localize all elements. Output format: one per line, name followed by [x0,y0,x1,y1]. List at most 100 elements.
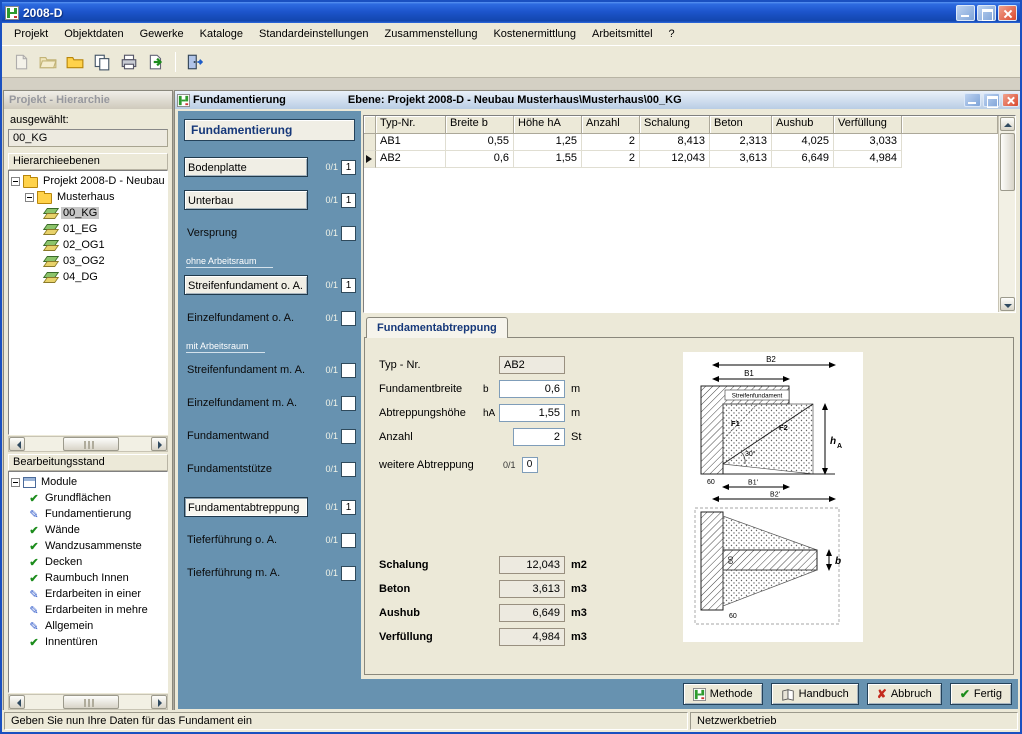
tree-item-project[interactable]: Projekt 2008-D - Neubau [11,173,167,189]
column-header[interactable]: Breite b [446,116,514,134]
breite-input[interactable]: 0,6 [499,380,565,398]
fertig-button[interactable]: ✔ Fertig [950,683,1012,705]
count-field[interactable]: 1 [341,160,356,175]
table-row[interactable]: AB1 0,55 1,25 2 8,413 2,313 4,025 3,033 [364,134,998,151]
column-header[interactable]: Beton [710,116,772,134]
cell-anzahl[interactable]: 2 [582,134,640,151]
folder-button[interactable] [62,49,87,74]
tree-item-label[interactable]: Decken [43,556,84,568]
print-button[interactable] [116,49,141,74]
menu-kostenermittlung[interactable]: Kostenermittlung [485,25,584,43]
minimize-button[interactable] [964,93,981,107]
nav-streifenfundament-oa[interactable]: Streifenfundament o. A. 0/1 1 [184,275,356,295]
count-field[interactable] [341,429,356,444]
app-titlebar[interactable]: 2008-D [2,2,1020,23]
tree-item-label[interactable]: Wände [43,524,82,536]
count-field[interactable] [341,226,356,241]
nav-label[interactable]: Fundamentstütze [184,459,308,479]
table-row-selected[interactable]: AB2 0,6 1,55 2 12,043 3,613 6,649 4,984 [364,151,998,168]
tree-item-label[interactable]: Wandzusammenste [43,540,144,552]
nav-label[interactable]: Tieferführung o. A. [184,530,308,550]
count-field[interactable] [341,462,356,477]
nav-button[interactable]: Unterbau [184,190,308,210]
copy-button[interactable] [89,49,114,74]
cell-schalung[interactable]: 12,043 [640,151,710,168]
export-button[interactable] [143,49,168,74]
scrollbar-thumb[interactable] [63,695,119,709]
scrollbar-track[interactable] [1000,131,1015,297]
tree-item-module[interactable]: ✔Innentüren [11,634,167,650]
close-button[interactable] [998,5,1017,21]
nav-tieferfuehrung-oa[interactable]: Tieferführung o. A. 0/1 [184,530,356,550]
tree-item-label[interactable]: 02_OG1 [61,239,107,251]
tree-item-label[interactable]: Erdarbeiten in einer [43,588,143,600]
column-header[interactable]: Schalung [640,116,710,134]
nav-streifenfundament-ma[interactable]: Streifenfundament m. A. 0/1 [184,360,356,380]
restore-button[interactable] [983,93,1000,107]
scroll-down-button[interactable] [1000,297,1015,311]
tree-item-label-selected[interactable]: 00_KG [61,207,99,219]
handbuch-button[interactable]: Handbuch [771,683,859,705]
tree-item-label[interactable]: Allgemein [43,620,95,632]
menu-projekt[interactable]: Projekt [6,25,56,43]
module-titlebar[interactable]: Fundamentierung Ebene: Projekt 2008-D - … [175,91,1021,109]
menu-standardeinstellungen[interactable]: Standardeinstellungen [251,25,376,43]
hierarchy-titlebar[interactable]: Projekt - Hierarchie [4,91,172,109]
tree-item-module[interactable]: ✎Erdarbeiten in einer [11,586,167,602]
maximize-button[interactable] [977,5,996,21]
tree-item-module[interactable]: ✔Grundflächen [11,490,167,506]
tree-item-label[interactable]: 03_OG2 [61,255,107,267]
cell-beton[interactable]: 2,313 [710,134,772,151]
scroll-right-button[interactable] [151,695,167,709]
nav-label[interactable]: Streifenfundament m. A. [184,360,308,380]
cell-verfuellung[interactable]: 4,984 [834,151,902,168]
tree-item-floor[interactable]: 01_EG [11,221,167,237]
cell-aushub[interactable]: 6,649 [772,151,834,168]
tree-item-label[interactable]: Raumbuch Innen [43,572,131,584]
column-header[interactable]: Höhe hA [514,116,582,134]
menu-objektdaten[interactable]: Objektdaten [56,25,131,43]
tree-item-label[interactable]: 01_EG [61,223,99,235]
vertical-scrollbar[interactable] [998,116,1015,312]
hoehe-input[interactable]: 1,55 [499,404,565,422]
open-button[interactable] [35,49,60,74]
cell-schalung[interactable]: 8,413 [640,134,710,151]
tree-item-module[interactable]: ✔Wandzusammenste [11,538,167,554]
nav-label[interactable]: Tieferführung m. A. [184,563,308,583]
tree-item-module[interactable]: ✔Raumbuch Innen [11,570,167,586]
cell-beton[interactable]: 3,613 [710,151,772,168]
nav-versprung[interactable]: Versprung 0/1 [184,223,356,243]
tree-item-floor[interactable]: 03_OG2 [11,253,167,269]
nav-label[interactable]: Versprung [184,223,308,243]
nav-label[interactable]: Fundamentwand [184,426,308,446]
menu-gewerke[interactable]: Gewerke [132,25,192,43]
tree-item-label[interactable]: Musterhaus [55,191,116,203]
count-field[interactable]: 1 [341,500,356,515]
nav-unterbau[interactable]: Unterbau 0/1 1 [184,190,356,210]
tree-item-label[interactable]: Projekt 2008-D - Neubau [41,175,167,187]
column-header[interactable]: Typ-Nr. [376,116,446,134]
tree-item-module[interactable]: ✎Allgemein [11,618,167,634]
tab-fundamentabtreppung[interactable]: Fundamentabtreppung [366,317,508,338]
count-field[interactable] [341,363,356,378]
nav-button[interactable]: Bodenplatte [184,157,308,177]
nav-einzelfundament-oa[interactable]: Einzelfundament o. A. 0/1 [184,308,356,328]
tree-item-module[interactable]: ✔Decken [11,554,167,570]
nav-bodenplatte[interactable]: Bodenplatte 0/1 1 [184,157,356,177]
cell-breite[interactable]: 0,55 [446,134,514,151]
anzahl-input[interactable]: 2 [513,428,565,446]
nav-einzelfundament-ma[interactable]: Einzelfundament m. A. 0/1 [184,393,356,413]
row-selector[interactable] [364,134,376,151]
horizontal-scrollbar[interactable] [8,694,168,710]
scrollbar-thumb[interactable] [63,437,119,451]
scroll-up-button[interactable] [1000,117,1015,131]
tree-item-module[interactable]: ✎Erdarbeiten in mehre [11,602,167,618]
minimize-button[interactable] [956,5,975,21]
tree-item-label[interactable]: Innentüren [43,636,100,648]
tree-item-module[interactable]: ✔Wände [11,522,167,538]
cell-aushub[interactable]: 4,025 [772,134,834,151]
column-header[interactable]: Aushub [772,116,834,134]
cell-verfuellung[interactable]: 3,033 [834,134,902,151]
nav-label[interactable]: Einzelfundament m. A. [184,393,308,413]
tree-item-label[interactable]: Fundamentierung [43,508,133,520]
